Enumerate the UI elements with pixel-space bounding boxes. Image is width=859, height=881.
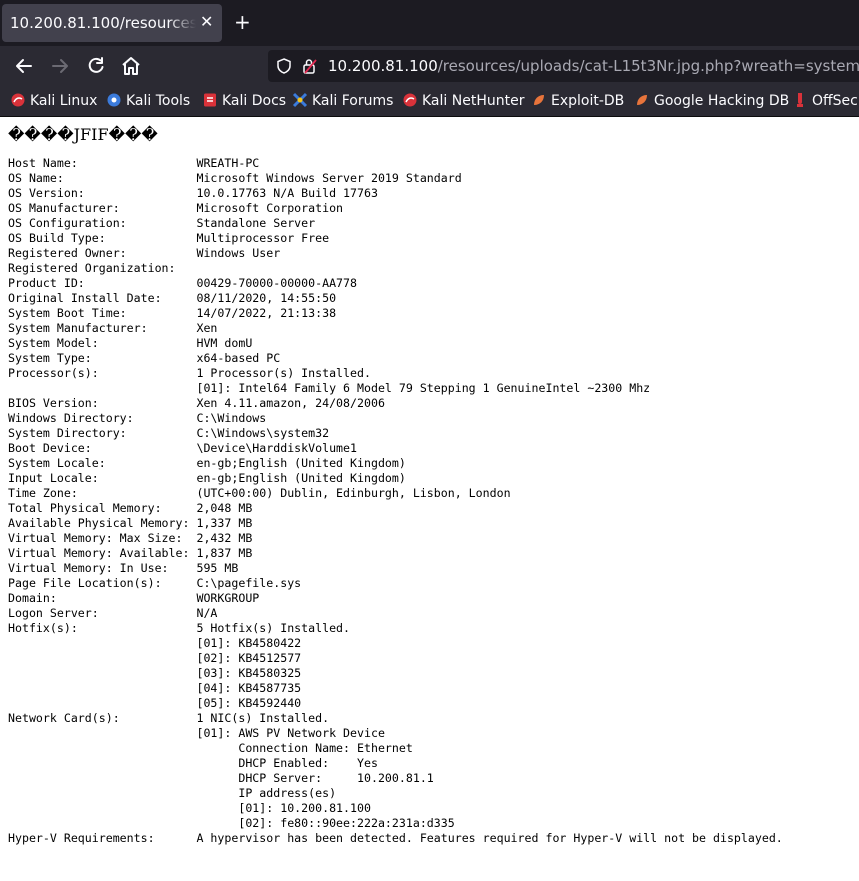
url-bar[interactable]: 10.200.81.100/resources/uploads/cat-L15t… bbox=[268, 50, 859, 82]
bookmark-offsec[interactable]: OffSec bbox=[792, 92, 858, 109]
bookmark-label: Kali NetHunter bbox=[422, 93, 525, 109]
bookmark-label: Google Hacking DB bbox=[654, 93, 790, 109]
shield-icon[interactable] bbox=[276, 58, 292, 74]
kali-docs-icon bbox=[204, 93, 216, 107]
bookmark-google-hacking-db[interactable]: Google Hacking DB bbox=[634, 92, 789, 109]
kali-icon bbox=[11, 93, 25, 107]
url-text[interactable]: 10.200.81.100/resources/uploads/cat-L15t… bbox=[328, 57, 859, 75]
systeminfo-output: Host Name: WREATH-PC OS Name: Microsoft … bbox=[8, 156, 783, 845]
bookmark-kali-forums[interactable]: Kali Forums bbox=[292, 92, 393, 109]
home-icon[interactable] bbox=[119, 54, 143, 78]
ghdb-icon bbox=[637, 95, 647, 105]
bookmark-label: OffSec bbox=[812, 93, 858, 109]
bookmarks-toolbar: Kali Linux Kali Tools Kali Docs Kali For… bbox=[0, 86, 859, 117]
bookmark-label: Kali Tools bbox=[126, 93, 191, 109]
kali-forums-icon bbox=[292, 92, 308, 108]
close-icon[interactable]: ✕ bbox=[200, 12, 213, 31]
bookmark-label: Kali Forums bbox=[312, 93, 394, 109]
reload-icon[interactable] bbox=[84, 54, 108, 78]
url-host: 10.200.81.100 bbox=[328, 57, 438, 75]
bookmark-label: Exploit-DB bbox=[551, 93, 625, 109]
tab-strip: 10.200.81.100/resources/uploads/cat-L15t… bbox=[0, 0, 859, 46]
tab-title: 10.200.81.100/resources/uploads/cat-L15t… bbox=[10, 14, 196, 32]
exploit-db-icon bbox=[534, 95, 544, 105]
forward-icon[interactable] bbox=[48, 54, 72, 78]
bookmark-kali-tools[interactable]: Kali Tools bbox=[106, 92, 190, 109]
bookmark-exploit-db[interactable]: Exploit-DB bbox=[531, 92, 624, 109]
lock-icon[interactable] bbox=[302, 58, 320, 74]
bookmark-kali-docs[interactable]: Kali Docs bbox=[202, 92, 286, 109]
page-content: ����JFIF��� Host Name: WREATH-PC OS Name… bbox=[8, 124, 783, 846]
kali-icon bbox=[403, 93, 417, 107]
back-icon[interactable] bbox=[12, 54, 36, 78]
bookmark-label: Kali Docs bbox=[222, 93, 287, 109]
active-tab[interactable]: 10.200.81.100/resources/uploads/cat-L15t… bbox=[2, 4, 222, 42]
offsec-icon bbox=[797, 93, 803, 107]
url-path: /resources/uploads/cat-L15t3Nr.jpg.php?w… bbox=[437, 57, 859, 75]
plus-icon[interactable]: + bbox=[234, 10, 251, 34]
bookmark-kali-linux[interactable]: Kali Linux bbox=[10, 92, 97, 109]
kali-tools-icon bbox=[107, 93, 121, 107]
bookmark-kali-nethunter[interactable]: Kali NetHunter bbox=[402, 92, 524, 109]
bookmark-label: Kali Linux bbox=[30, 93, 98, 109]
jfif-header-text: ����JFIF��� bbox=[8, 125, 158, 144]
navigation-bar: 10.200.81.100/resources/uploads/cat-L15t… bbox=[0, 46, 859, 86]
